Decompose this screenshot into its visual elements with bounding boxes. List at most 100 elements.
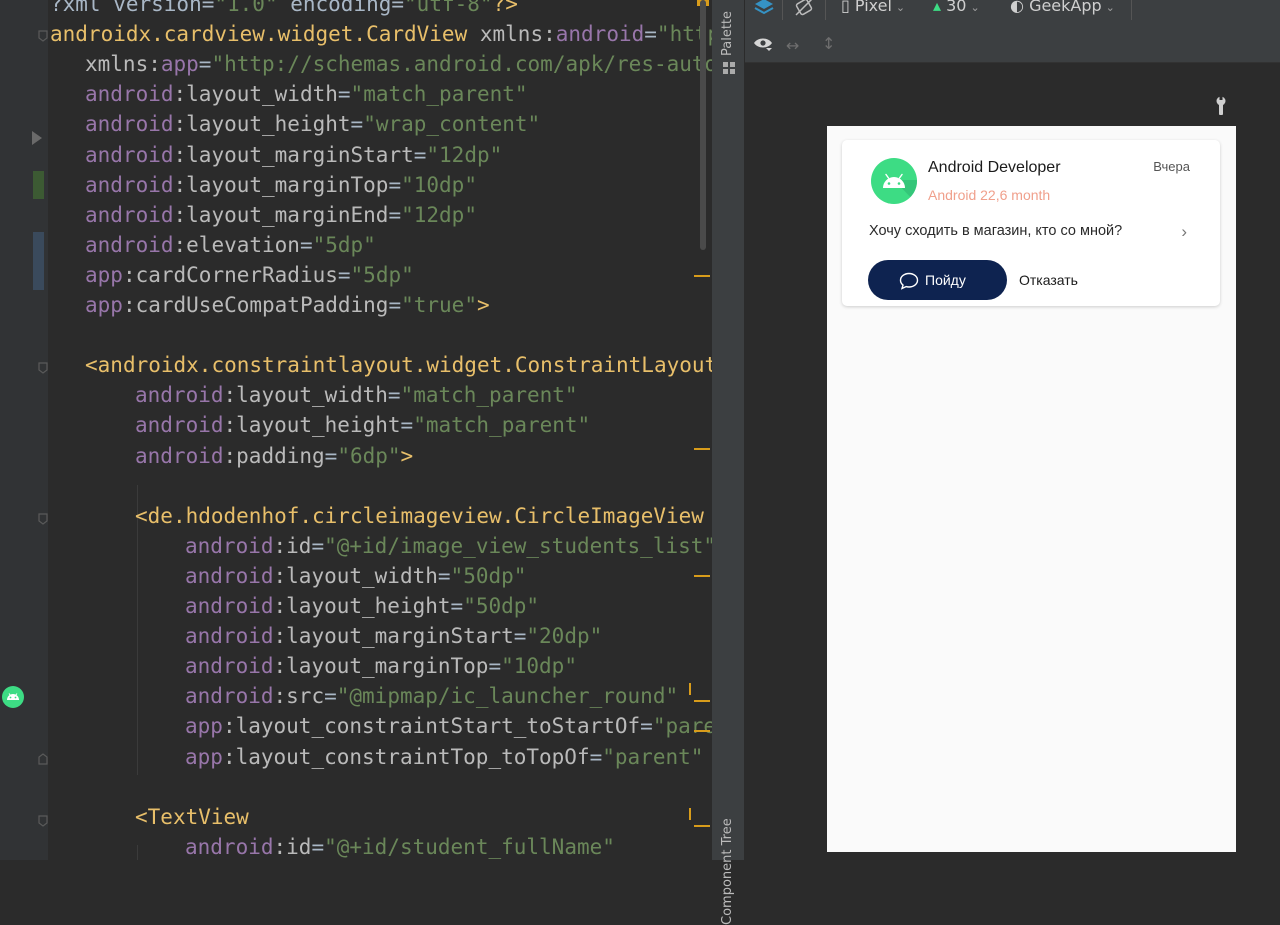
code-line[interactable]: ?xml version="1.0" encoding="utf-8"?>: [50, 0, 518, 19]
code-token: "@+id/image_view_students_list": [324, 533, 712, 558]
code-token: TextView: [147, 804, 249, 829]
code-token: "utf-8": [404, 0, 493, 16]
code-token: =: [388, 293, 402, 317]
code-line[interactable]: <de.hdodenhof.circleimageview.CircleImag…: [135, 501, 704, 531]
code-line[interactable]: android:layout_height="wrap_content": [85, 109, 540, 139]
decline-button[interactable]: Отказать: [1019, 272, 1078, 288]
code-token: =: [513, 624, 527, 649]
editor-scrollbar[interactable]: [700, 0, 706, 250]
code-token: android: [85, 142, 174, 167]
warning-marker: [694, 575, 710, 577]
code-editor[interactable]: ?xml version="1.0" encoding="utf-8"?> and…: [0, 0, 712, 860]
code-token: =: [324, 684, 337, 709]
code-line[interactable]: android:layout_height="match_parent": [135, 410, 590, 440]
code-token: >: [476, 293, 490, 317]
code-token: =: [388, 172, 402, 197]
resize-vertical-icon[interactable]: ↕: [822, 34, 835, 53]
code-token: "50dp": [463, 594, 540, 618]
theme-selector[interactable]: ◐ GeekApp ⌄: [1010, 0, 1115, 15]
resize-horizontal-icon[interactable]: ↔: [786, 36, 799, 55]
device-selector[interactable]: ▯ Pixel ⌄: [841, 0, 905, 15]
code-token: "20dp": [526, 624, 603, 649]
code-token: "12dp": [426, 142, 503, 167]
layers-icon[interactable]: [753, 0, 775, 22]
code-token: app: [85, 293, 123, 317]
wrench-icon[interactable]: [1215, 96, 1227, 120]
code-token: :layout_width: [273, 563, 438, 588]
code-line[interactable]: <TextView: [135, 802, 249, 832]
code-line[interactable]: android:layout_marginStart="12dp": [85, 140, 502, 170]
code-line[interactable]: android:layout_width="50dp": [185, 561, 526, 591]
code-token: "12dp": [401, 202, 477, 227]
code-token: "match_parent": [400, 383, 578, 408]
code-token: =: [350, 112, 364, 137]
code-token: =: [589, 744, 603, 769]
code-token: =: [450, 594, 464, 618]
code-token: de.hdodenhof.circleimageview.CircleImage…: [147, 503, 704, 528]
code-line[interactable]: app:cardUseCompatPadding="true">: [85, 290, 490, 320]
accept-button[interactable]: Пойду: [868, 260, 1007, 300]
code-token: "wrap_content": [363, 112, 541, 137]
code-token: xmlns:: [467, 22, 556, 47]
preview-card[interactable]: Android Developer Android 22,6 month Вче…: [842, 140, 1220, 306]
code-line[interactable]: android:id="@+id/image_view_students_lis…: [185, 531, 712, 561]
android-gutter-icon[interactable]: [2, 686, 24, 708]
fold-marker-icon[interactable]: [38, 30, 48, 42]
code-token: "http://schemas.android.com/apk/res-auto: [211, 52, 712, 77]
code-token: :layout_height: [173, 112, 351, 137]
palette-tab[interactable]: Palette: [720, 11, 735, 56]
code-line[interactable]: xmlns:app="http://schemas.android.com/ap…: [85, 49, 712, 79]
code-line[interactable]: android:layout_marginEnd="12dp": [85, 200, 477, 230]
code-token: :src: [273, 684, 325, 709]
code-token: app: [185, 744, 223, 769]
code-line[interactable]: <androidx.constraintlayout.widget.Constr…: [85, 350, 712, 380]
code-token: <: [135, 804, 148, 829]
code-line[interactable]: android:elevation="5dp": [85, 230, 376, 260]
card-date: Вчера: [1153, 159, 1190, 174]
code-token: "5dp": [350, 262, 414, 287]
code-line[interactable]: android:id="@+id/student_fullName": [185, 832, 615, 860]
fold-marker-icon[interactable]: [38, 513, 48, 525]
change-marker: [33, 171, 44, 199]
code-token: androidx.constraintlayout.widget.Constra…: [97, 353, 712, 378]
code-token: "@mipmap/ic_launcher_round": [336, 684, 679, 709]
orientation-icon[interactable]: [793, 0, 815, 22]
code-line[interactable]: android:layout_width="match_parent": [135, 380, 578, 410]
code-line[interactable]: app:layout_constraintStart_toStartOf="pa…: [185, 711, 712, 741]
eye-icon[interactable]: [753, 36, 773, 56]
code-line[interactable]: android:layout_marginTop="10dp": [85, 170, 477, 200]
code-line[interactable]: app:layout_constraintTop_toTopOf="parent…: [185, 742, 703, 772]
warning-marker: [694, 448, 710, 450]
fold-end-marker-icon[interactable]: [38, 753, 48, 765]
chevron-right-icon[interactable]: ›: [1181, 222, 1187, 242]
api-selector[interactable]: ▴ 30 ⌄: [933, 0, 980, 15]
code-token: android: [85, 172, 174, 197]
code-line[interactable]: app:cardCornerRadius="5dp": [85, 260, 414, 290]
code-line[interactable]: androidx.cardview.widget.CardView xmlns:…: [50, 19, 712, 49]
expand-arrow-icon[interactable]: [32, 131, 42, 145]
theme-name: GeekApp: [1029, 0, 1102, 15]
code-line[interactable]: android:layout_marginStart="20dp": [185, 621, 602, 651]
code-token: "@+id/student_fullName": [324, 834, 615, 859]
code-line[interactable]: android:layout_height="50dp": [185, 591, 539, 621]
code-line[interactable]: android:layout_width="match_parent": [85, 79, 528, 109]
code-token: androidx.cardview.widget.CardView: [50, 22, 468, 47]
fold-marker-icon[interactable]: [38, 815, 48, 827]
code-token: :layout_marginStart: [173, 142, 414, 167]
code-token: android: [85, 112, 174, 137]
palette-icon: [722, 60, 736, 79]
code-token: app: [185, 714, 223, 739]
device-preview[interactable]: Android Developer Android 22,6 month Вче…: [827, 126, 1236, 852]
warning-marker: [694, 275, 710, 277]
code-token: =: [337, 82, 351, 107]
code-token: =: [644, 22, 657, 47]
code-token: =: [437, 563, 451, 588]
code-line[interactable]: android:padding="6dp">: [135, 441, 413, 471]
code-token: android: [185, 684, 274, 709]
code-line[interactable]: android:layout_marginTop="10dp": [185, 651, 577, 681]
component-tree-tab[interactable]: Component Tree: [720, 818, 735, 925]
fold-marker-icon[interactable]: [38, 362, 48, 374]
code-token: :layout_width: [223, 383, 388, 408]
code-token: =: [311, 834, 325, 859]
code-line[interactable]: android:src="@mipmap/ic_launcher_round": [185, 681, 678, 711]
